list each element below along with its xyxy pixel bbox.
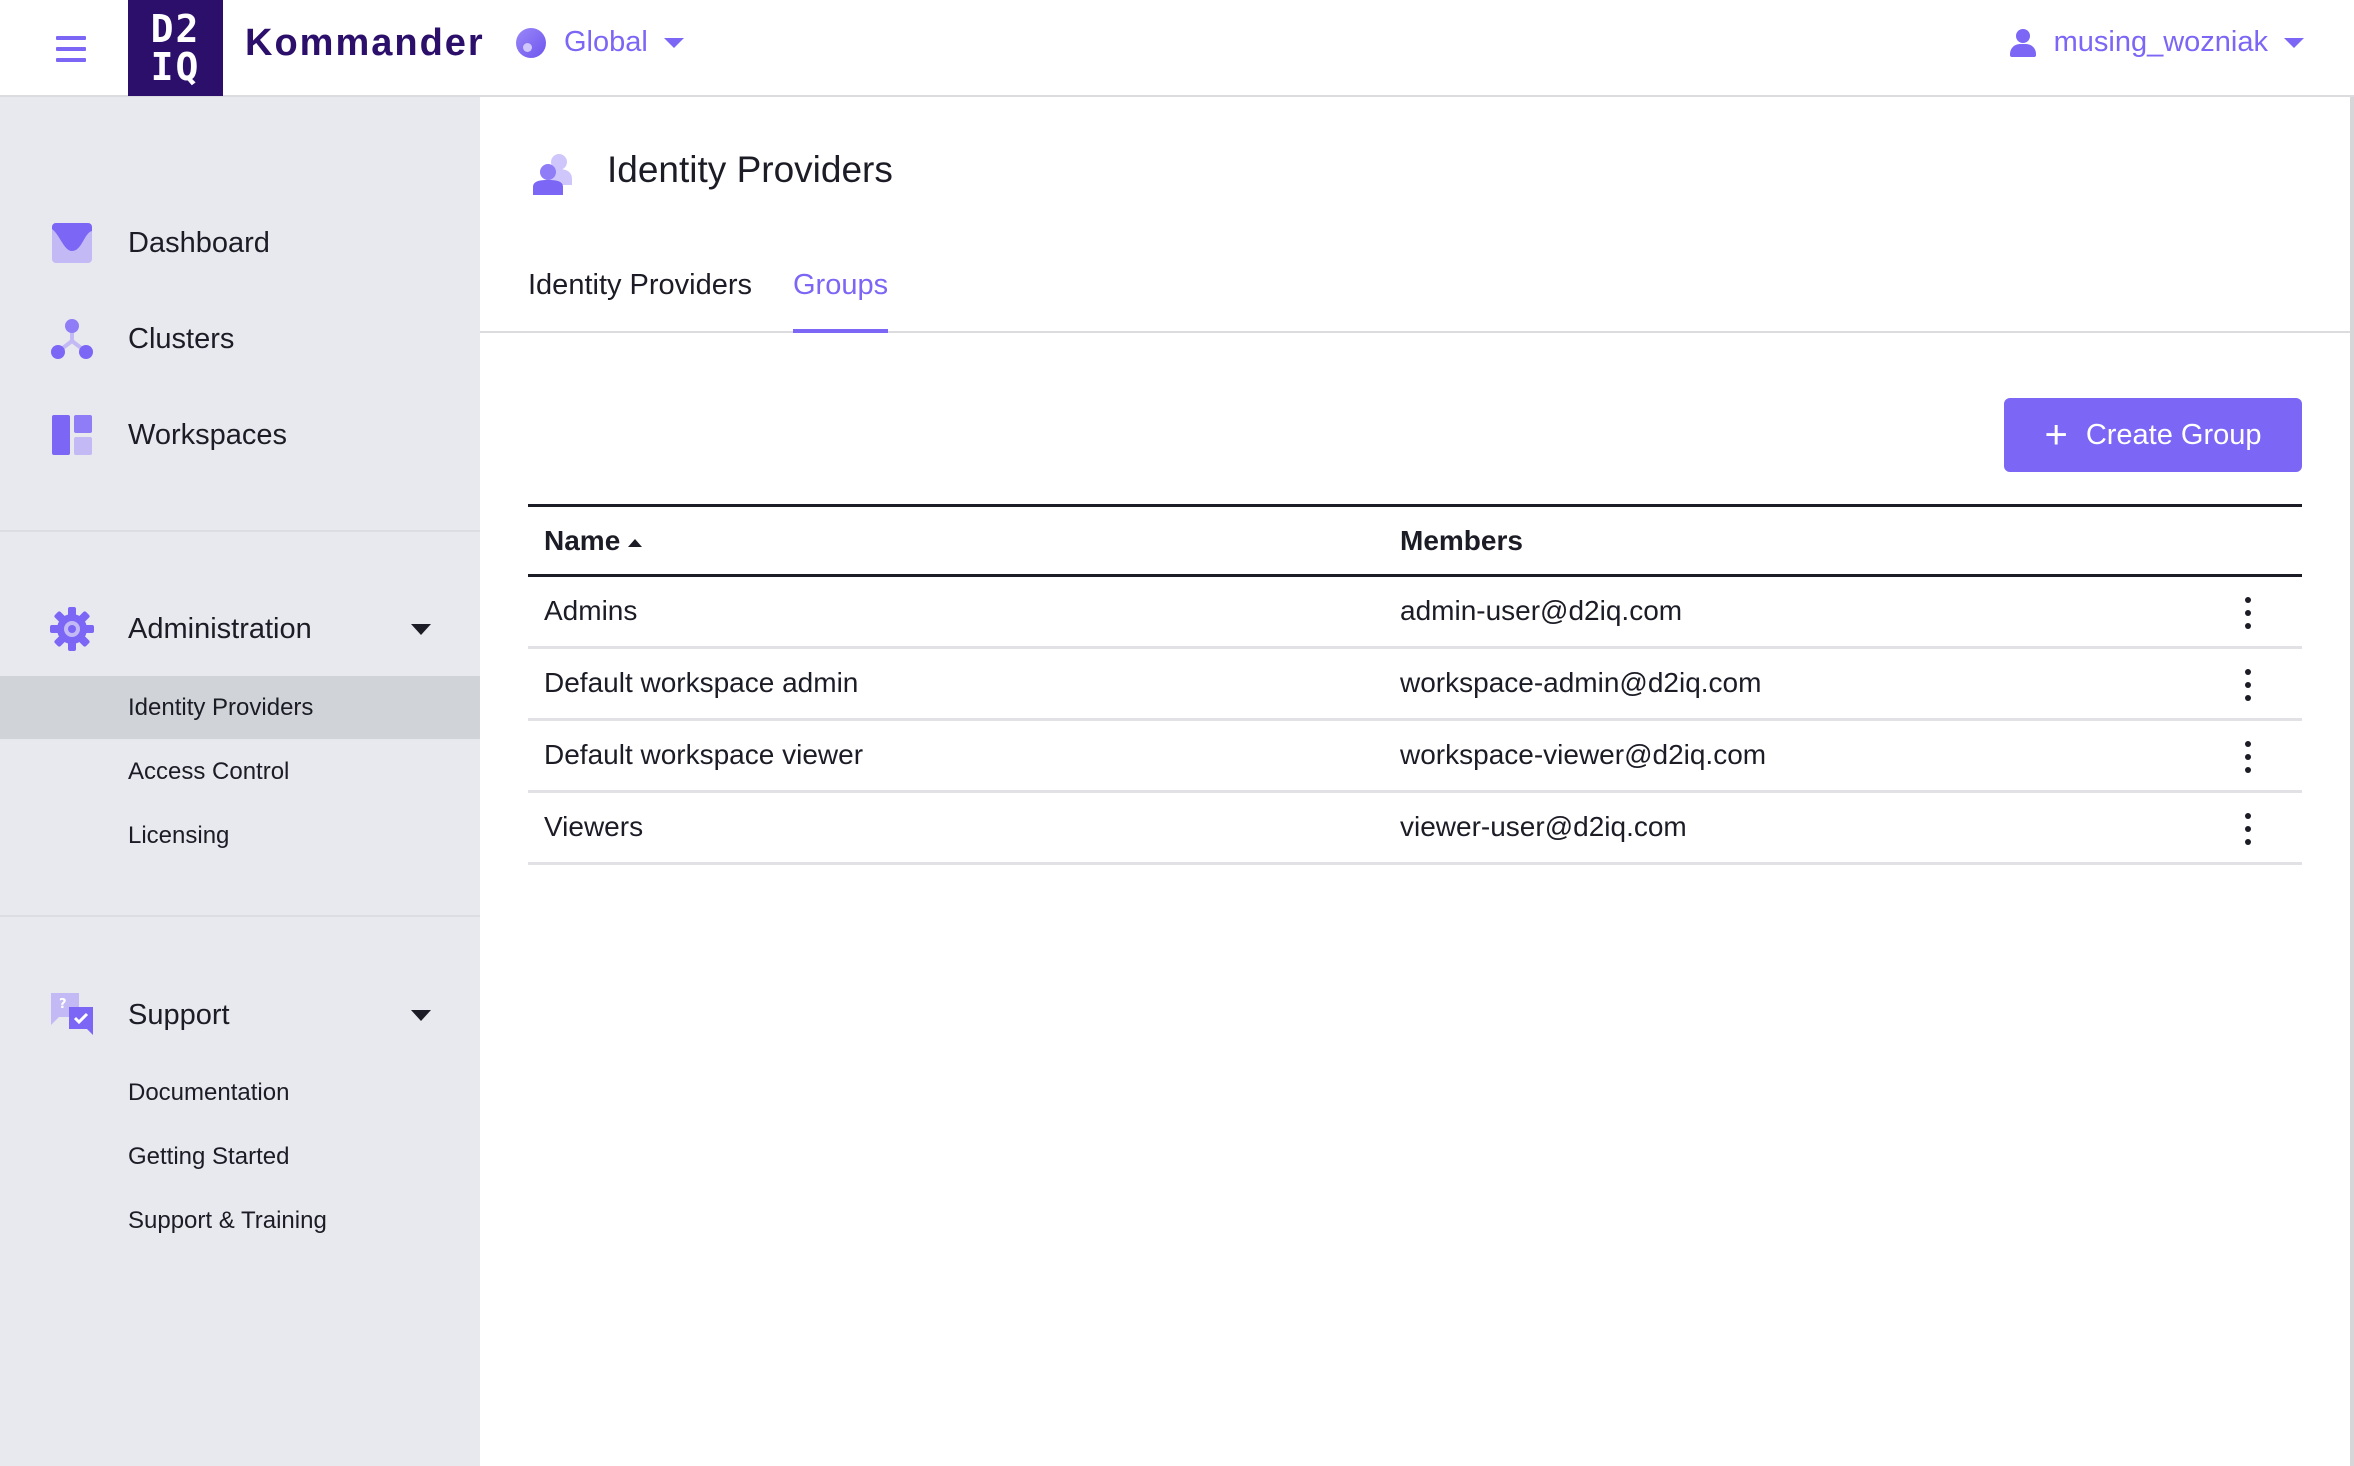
sidebar-item-workspaces[interactable]: Workspaces bbox=[0, 395, 480, 475]
user-menu[interactable]: musing_wozniak bbox=[2009, 26, 2304, 59]
group-members: viewer-user@d2iq.com bbox=[1400, 811, 1687, 842]
sidebar-item-dashboard[interactable]: Dashboard bbox=[0, 203, 480, 283]
table-row[interactable]: Default workspace admin workspace-admin@… bbox=[528, 649, 2302, 721]
clusters-icon bbox=[51, 319, 93, 359]
sidebar-divider bbox=[0, 915, 480, 917]
sidebar-item-label: Workspaces bbox=[128, 418, 288, 451]
sidebar-item-getting-started[interactable]: Getting Started bbox=[0, 1125, 480, 1188]
sidebar-divider bbox=[0, 530, 480, 532]
sidebar-item-identity-providers[interactable]: Identity Providers bbox=[0, 676, 480, 739]
globe-dot-icon bbox=[516, 27, 546, 58]
group-name: Default workspace admin bbox=[544, 667, 859, 698]
svg-text:?: ? bbox=[59, 997, 67, 1012]
dashboard-icon bbox=[52, 223, 92, 263]
group-name: Default workspace viewer bbox=[544, 739, 864, 770]
scope-label: Global bbox=[564, 26, 648, 58]
logo-text-top: D2 bbox=[150, 7, 201, 51]
hamburger-icon-bar bbox=[56, 47, 86, 51]
sidebar-item-label: Getting Started bbox=[128, 1142, 290, 1170]
vertical-scrollbar[interactable] bbox=[2350, 97, 2354, 1466]
plus-icon: + bbox=[2044, 413, 2068, 457]
gear-icon bbox=[50, 607, 94, 651]
column-header-label: Name bbox=[544, 525, 621, 556]
sidebar: Dashboard Clusters Workspaces Administra… bbox=[0, 97, 480, 1466]
create-group-label: Create Group bbox=[2085, 418, 2262, 451]
tab-bar: Identity Providers Groups bbox=[480, 267, 2352, 333]
chevron-down-icon[interactable] bbox=[411, 623, 431, 635]
page-title: Identity Providers bbox=[607, 149, 893, 190]
group-members: workspace-viewer@d2iq.com bbox=[1400, 739, 1767, 770]
sidebar-section-administration[interactable]: Administration bbox=[0, 589, 480, 669]
table-row[interactable]: Admins admin-user@d2iq.com bbox=[528, 577, 2302, 649]
chevron-down-icon bbox=[2284, 37, 2304, 48]
sidebar-section-support[interactable]: ? Support bbox=[0, 975, 480, 1055]
sidebar-item-licensing[interactable]: Licensing bbox=[0, 804, 480, 867]
tab-groups[interactable]: Groups bbox=[793, 267, 889, 333]
chevron-down-icon bbox=[663, 37, 684, 48]
sidebar-section-label: Administration bbox=[128, 612, 312, 645]
group-members: workspace-admin@d2iq.com bbox=[1400, 667, 1762, 698]
sidebar-item-label: Access Control bbox=[128, 757, 290, 785]
scope-selector[interactable]: Global bbox=[516, 26, 684, 59]
tab-identity-providers[interactable]: Identity Providers bbox=[528, 267, 752, 333]
column-header-name[interactable]: Name bbox=[544, 525, 643, 557]
workspaces-icon bbox=[52, 415, 92, 455]
group-name: Viewers bbox=[544, 811, 644, 842]
sidebar-item-clusters[interactable]: Clusters bbox=[0, 299, 480, 379]
sidebar-item-label: Support & Training bbox=[128, 1206, 327, 1234]
sidebar-section-label: Support bbox=[128, 998, 230, 1031]
row-actions-menu-icon[interactable] bbox=[2238, 737, 2258, 777]
hamburger-menu-button[interactable] bbox=[56, 36, 86, 62]
top-header: D2 IQ Kommander Global musing_wozniak bbox=[0, 0, 2354, 97]
row-actions-menu-icon[interactable] bbox=[2238, 665, 2258, 705]
sidebar-item-label: Clusters bbox=[128, 322, 235, 355]
group-name: Admins bbox=[544, 595, 638, 626]
sidebar-item-label: Licensing bbox=[128, 821, 230, 849]
row-actions-menu-icon[interactable] bbox=[2238, 809, 2258, 849]
sidebar-item-access-control[interactable]: Access Control bbox=[0, 740, 480, 803]
sidebar-item-support-training[interactable]: Support & Training bbox=[0, 1189, 480, 1252]
group-members: admin-user@d2iq.com bbox=[1400, 595, 1683, 626]
chevron-down-icon[interactable] bbox=[411, 1009, 431, 1021]
hamburger-icon-bar bbox=[56, 36, 86, 40]
main-content: Identity Providers Identity Providers Gr… bbox=[480, 97, 2352, 1466]
table-header: Name Members bbox=[528, 504, 2302, 577]
row-actions-menu-icon[interactable] bbox=[2238, 593, 2258, 633]
sidebar-item-label: Identity Providers bbox=[128, 693, 314, 721]
hamburger-icon-bar bbox=[56, 58, 86, 62]
user-icon bbox=[2009, 28, 2036, 57]
sidebar-item-label: Dashboard bbox=[128, 226, 270, 259]
users-icon bbox=[533, 154, 572, 195]
table-row[interactable]: Viewers viewer-user@d2iq.com bbox=[528, 793, 2302, 865]
logo-text-bottom: IQ bbox=[150, 45, 201, 89]
sidebar-item-label: Documentation bbox=[128, 1078, 290, 1106]
column-header-label: Members bbox=[1400, 525, 1523, 556]
column-header-members[interactable]: Members bbox=[1400, 525, 1523, 557]
groups-table: Name Members Admins admin-user@d2iq.com … bbox=[528, 504, 2302, 865]
d2iq-logo[interactable]: D2 IQ bbox=[128, 0, 223, 96]
support-chat-icon: ? bbox=[51, 993, 93, 1035]
user-name: musing_wozniak bbox=[2053, 26, 2268, 58]
table-row[interactable]: Default workspace viewer workspace-viewe… bbox=[528, 721, 2302, 793]
app-name: Kommander bbox=[245, 22, 485, 64]
sidebar-item-documentation[interactable]: Documentation bbox=[0, 1061, 480, 1124]
create-group-button[interactable]: + Create Group bbox=[2004, 398, 2302, 472]
sort-ascending-icon bbox=[628, 538, 643, 547]
